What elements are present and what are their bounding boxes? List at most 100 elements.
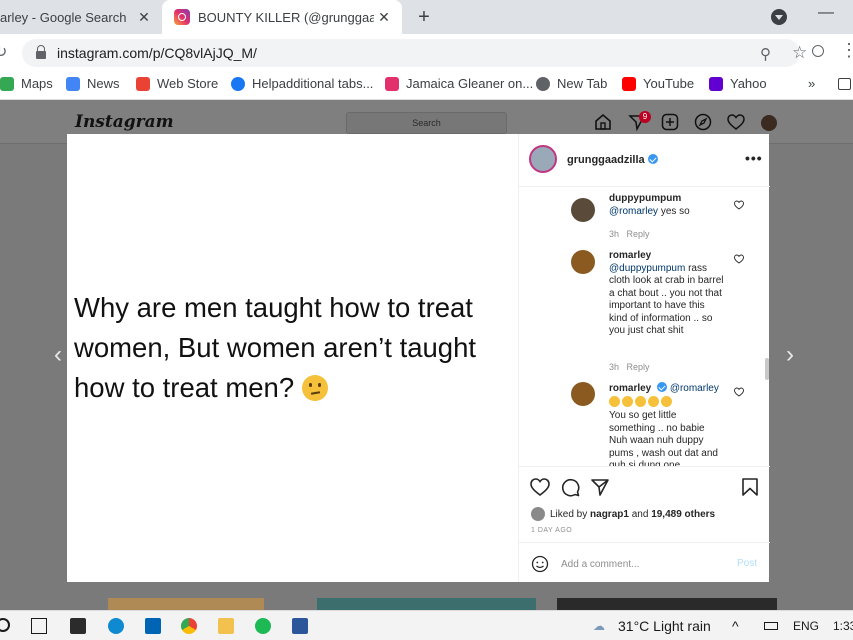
comment: romarley @duppypumpum rass cloth look at… [609, 250, 724, 338]
url-text[interactable]: instagram.com/p/CQ8vlAjJQ_M/ [57, 45, 257, 61]
profile-avatar[interactable] [761, 115, 777, 131]
new-tab-button[interactable]: + [412, 5, 436, 29]
post-modal: Why are men taught how to treat women, B… [67, 134, 770, 582]
comment-username[interactable]: duppypumpum [609, 193, 729, 206]
show-hidden-icons-icon[interactable]: ^ [732, 618, 739, 634]
menu-icon[interactable]: ⋮ [840, 40, 853, 61]
facebook-icon [231, 76, 245, 91]
more-bookmarks-button[interactable]: » [808, 76, 815, 91]
comment-username[interactable]: romarley [609, 383, 651, 394]
commenter-avatar[interactable] [571, 198, 595, 222]
comment-mention[interactable]: @romarley [609, 206, 658, 217]
minimize-icon[interactable]: — [816, 4, 836, 24]
previous-post-arrow-icon[interactable]: ‹ [54, 341, 62, 369]
like-heart-icon[interactable] [530, 477, 550, 497]
background-thumbnail[interactable] [317, 598, 536, 610]
save-bookmark-icon[interactable] [740, 477, 760, 497]
comment-text: yes so [658, 205, 690, 217]
instagram-logo[interactable]: Instagram [75, 112, 174, 132]
post-image-text: Why are men taught how to treat women, B… [74, 288, 519, 408]
comments-scrollbar[interactable] [765, 358, 769, 380]
commenter-avatar[interactable] [571, 382, 595, 406]
laughing-emoji-icon [661, 395, 672, 407]
address-bar[interactable]: instagram.com/p/CQ8vlAjJQ_M/ ⚲ ☆ [22, 39, 807, 67]
author-username[interactable]: grunggaadzilla [567, 154, 658, 166]
file-explorer-icon[interactable] [218, 618, 234, 634]
verified-badge-icon [647, 154, 658, 164]
clock[interactable]: 1:33 [833, 619, 853, 633]
like-comment-heart-icon[interactable] [734, 254, 744, 264]
edge-icon[interactable] [108, 618, 124, 634]
home-icon[interactable] [594, 113, 612, 131]
reload-icon[interactable]: ↻ [0, 42, 7, 62]
post-image[interactable]: Why are men taught how to treat women, B… [67, 134, 517, 582]
comment-mention[interactable]: @romarley [670, 383, 719, 394]
comment-username[interactable]: romarley [609, 250, 724, 263]
like-comment-heart-icon[interactable] [734, 200, 744, 210]
spotify-icon[interactable] [255, 618, 271, 634]
bookmark-yahoo[interactable]: Yahoo [709, 76, 767, 91]
close-icon[interactable]: ✕ [134, 9, 154, 26]
search-placeholder: Search [412, 118, 441, 128]
tab-google-search[interactable]: arley - Google Search ✕ [0, 0, 162, 34]
weather-text[interactable]: 31°C Light rain [618, 618, 711, 634]
comment-bubble-icon[interactable] [560, 477, 580, 497]
bookmark-new-tab[interactable]: New Tab [536, 76, 607, 91]
activity-heart-icon[interactable] [727, 113, 745, 131]
next-post-arrow-icon[interactable]: › [786, 341, 794, 369]
add-comment-input[interactable] [561, 555, 721, 573]
task-view-icon[interactable] [31, 618, 47, 634]
extension-icon[interactable] [812, 45, 824, 57]
mail-icon[interactable] [145, 618, 161, 634]
author-username-text: grunggaadzilla [567, 154, 645, 166]
explore-icon[interactable] [694, 113, 712, 131]
reading-list-icon[interactable] [838, 78, 851, 90]
emoji-smile-icon[interactable] [531, 555, 549, 573]
bookmark-label: Helpadditional tabs... [252, 76, 374, 91]
search-input[interactable]: Search [346, 112, 507, 134]
likes-count[interactable]: 19,489 others [651, 509, 715, 520]
bookmark-maps[interactable]: Maps [0, 76, 53, 91]
comments-list[interactable]: duppypumpum @romarley yes so 3h Reply ro… [519, 188, 770, 466]
tab-instagram[interactable]: BOUNTY KILLER (@grunggaadzilla ✕ [162, 0, 402, 34]
liker-avatar[interactable] [531, 507, 545, 521]
battery-icon[interactable] [764, 622, 778, 630]
yahoo-icon [709, 76, 723, 91]
tab-search-icon[interactable] [771, 9, 787, 25]
language-indicator[interactable]: ENG [793, 619, 819, 633]
comment-mention[interactable]: @duppypumpum [609, 263, 685, 274]
bookmark-news[interactable]: News [66, 76, 120, 91]
bookmark-label: New Tab [557, 76, 608, 91]
browser-toolbar: ↻ instagram.com/p/CQ8vlAjJQ_M/ ⚲ ☆ ⋮ [0, 34, 853, 70]
bookmarks-bar: Maps News Web Store Helpadditional tabs.… [0, 70, 853, 100]
word-icon[interactable] [292, 618, 308, 634]
commenter-avatar[interactable] [571, 250, 595, 274]
post-options-button[interactable]: ••• [745, 150, 763, 166]
search-icon[interactable] [0, 618, 10, 632]
post-time-ago[interactable]: 1 DAY AGO [531, 527, 572, 534]
likes-summary: Liked by nagrap1 and 19,489 others [531, 507, 715, 521]
youtube-icon [622, 76, 636, 91]
weather-icon[interactable]: ☁ [593, 619, 605, 633]
liker-username[interactable]: nagrap1 [590, 509, 629, 520]
author-avatar[interactable] [529, 145, 557, 173]
bookmark-jamaica-gleaner[interactable]: Jamaica Gleaner on... [385, 76, 533, 91]
reply-button[interactable]: Reply [627, 229, 650, 239]
background-thumbnail[interactable] [108, 598, 264, 610]
bookmark-youtube[interactable]: YouTube [622, 76, 694, 91]
thinking-face-icon [301, 375, 328, 401]
share-send-icon[interactable] [590, 477, 610, 497]
close-icon[interactable]: ✕ [374, 9, 394, 26]
like-comment-heart-icon[interactable] [734, 387, 744, 397]
chrome-icon[interactable] [181, 618, 197, 634]
new-post-icon[interactable] [661, 113, 679, 131]
bookmark-helpadditional[interactable]: Helpadditional tabs... [231, 76, 373, 91]
background-thumbnail[interactable] [557, 598, 777, 610]
zoom-icon[interactable]: ⚲ [760, 45, 771, 63]
post-comment-button[interactable]: Post [737, 558, 757, 569]
bookmark-web-store[interactable]: Web Store [136, 76, 218, 91]
lock-icon[interactable] [36, 45, 46, 59]
reply-button[interactable]: Reply [627, 362, 650, 372]
store-icon[interactable] [70, 618, 86, 634]
bookmark-star-icon[interactable]: ☆ [792, 43, 807, 63]
